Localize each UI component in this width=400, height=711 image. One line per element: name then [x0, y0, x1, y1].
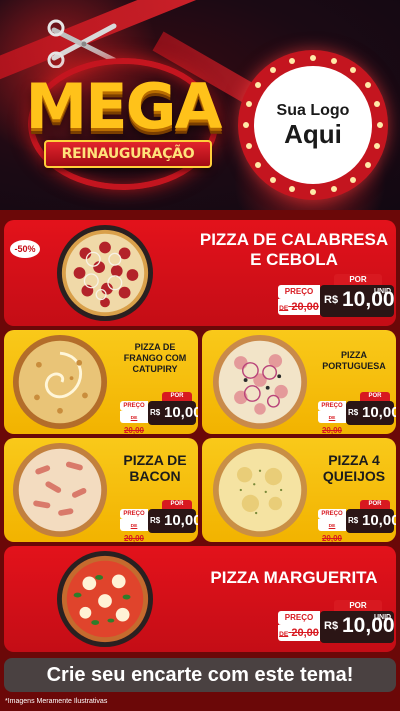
por-label: POR [334, 600, 382, 611]
product-card-bacon[interactable]: PIZZA DE BACON POR PREÇO DE 20,00 R$ 10,… [4, 438, 198, 542]
product-name: PIZZA DE CALABRESA E CEBOLA [199, 230, 389, 269]
old-price: DE 20,00 [120, 411, 148, 434]
pizza-bacon-image [12, 442, 108, 538]
mega-title: MEGA [25, 70, 223, 143]
por-label: POR [162, 500, 192, 509]
preco-label: PREÇO [318, 401, 346, 411]
logo-line-2: Aqui [284, 119, 342, 149]
product-card-calabresa[interactable]: -50% PIZZA DE CALABRESA E CEBOLA POR PRE… [4, 220, 396, 326]
product-card-frango-catupiry[interactable]: PIZZA DE FRANGO COM CATUPIRY POR PREÇO D… [4, 330, 198, 434]
por-label: POR [334, 274, 382, 285]
preco-label: PREÇO [120, 401, 148, 411]
new-price: R$ 10,00 [346, 509, 396, 533]
header-banner: MEGA REINAUGURAÇÃO Sua Logo Aqui [0, 0, 400, 210]
product-card-portuguesa[interactable]: PIZZA PORTUGUESA POR PREÇO DE 20,00 R$ 1… [202, 330, 396, 434]
price-tag: POR PREÇO DE 20,00 R$ 10,00 [120, 392, 198, 434]
logo-circle: Sua Logo Aqui [254, 66, 372, 184]
price-tag: POR PREÇO DE 20,00 R$ 10,00 [318, 500, 396, 542]
price-tag: POR PREÇO DE 20,00 R$ 10,00 UNID [278, 274, 395, 320]
price-tag: POR PREÇO DE 20,00 R$ 10,00 [318, 392, 396, 434]
por-label: POR [162, 392, 192, 401]
reinauguracao-banner: REINAUGURAÇÃO [44, 140, 212, 168]
price-tag: POR PREÇO DE 20,00 R$ 10,00 [120, 500, 198, 542]
pizza-4-queijos-image [212, 442, 308, 538]
product-name: PIZZA PORTUGUESA [322, 350, 386, 371]
disclaimer-text: *Imagens Meramente Ilustrativas [5, 698, 108, 705]
discount-badge: -50% [10, 240, 40, 258]
product-name: PIZZA MARGUERITA [210, 568, 378, 587]
create-flyer-button[interactable]: Crie seu encarte com este tema! [4, 658, 396, 692]
pizza-portuguesa-image [212, 334, 308, 430]
pizza-marguerita-image [56, 550, 154, 648]
product-name: PIZZA DE BACON [123, 452, 187, 484]
logo-line-1: Sua Logo [276, 102, 350, 119]
old-price: DE 20,00 [318, 411, 346, 434]
por-label: POR [360, 392, 390, 401]
por-label: POR [360, 500, 390, 509]
preco-label: PREÇO [318, 509, 346, 519]
logo-placeholder[interactable]: Sua Logo Aqui [238, 50, 388, 200]
pizza-calabresa-image [56, 224, 154, 322]
preco-label: PREÇO [120, 509, 148, 519]
product-name: PIZZA 4 QUEIJOS [322, 452, 386, 484]
product-card-4-queijos[interactable]: PIZZA 4 QUEIJOS POR PREÇO DE 20,00 R$ 10… [202, 438, 396, 542]
new-price: R$ 10,00 UNID [320, 285, 395, 317]
old-price: DE 20,00 [120, 519, 148, 542]
pizza-frango-image [12, 334, 108, 430]
old-price: DE 20,00 [318, 519, 346, 542]
product-card-marguerita[interactable]: PIZZA MARGUERITA POR PREÇO DE 20,00 R$ 1… [4, 546, 396, 652]
old-price: DE 20,00 [278, 299, 320, 315]
preco-label: PREÇO [278, 611, 320, 625]
preco-label: PREÇO [278, 285, 320, 299]
price-tag: POR PREÇO DE 20,00 R$ 10,00 UNID [278, 600, 395, 646]
product-name: PIZZA DE FRANGO COM CATUPIRY [123, 342, 187, 374]
new-price: R$ 10,00 [148, 401, 198, 425]
old-price: DE 20,00 [278, 625, 320, 641]
new-price: R$ 10,00 UNID [320, 611, 395, 643]
new-price: R$ 10,00 [148, 509, 198, 533]
new-price: R$ 10,00 [346, 401, 396, 425]
